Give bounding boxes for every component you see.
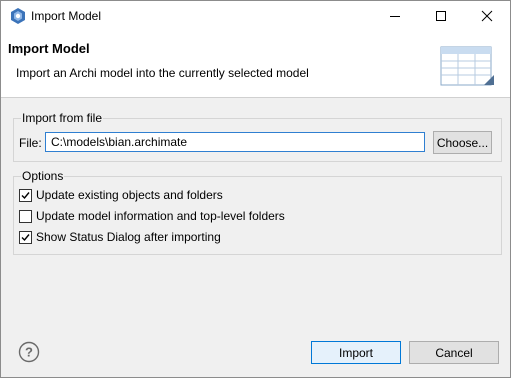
maximize-icon [436, 11, 446, 21]
import-button[interactable]: Import [311, 341, 401, 364]
header-banner: Import Model Import an Archi model into … [1, 31, 510, 98]
checkmark-icon [21, 233, 30, 241]
close-button[interactable] [464, 1, 510, 31]
close-icon [481, 10, 493, 22]
option-update-existing[interactable]: Update existing objects and folders [19, 188, 223, 202]
option-label: Show Status Dialog after importing [36, 230, 221, 244]
banner-description: Import an Archi model into the currently… [16, 66, 309, 80]
minimize-icon [390, 16, 400, 17]
help-icon[interactable]: ? [18, 341, 40, 363]
option-update-model-info[interactable]: Update model information and top-level f… [19, 209, 285, 223]
option-label: Update model information and top-level f… [36, 209, 285, 223]
checkbox-update-existing[interactable] [19, 188, 32, 202]
archi-app-icon [11, 8, 25, 24]
checkbox-show-status-dialog[interactable] [19, 230, 32, 244]
option-label: Update existing objects and folders [36, 188, 223, 202]
import-model-dialog: Import Model Import Model Import an Arch… [0, 0, 511, 378]
file-path-input[interactable] [45, 132, 425, 152]
banner-title: Import Model [8, 41, 90, 56]
svg-text:?: ? [25, 345, 33, 360]
checkbox-update-model-info[interactable] [19, 209, 32, 223]
maximize-button[interactable] [418, 1, 464, 31]
import-group-title: Import from file [21, 111, 104, 125]
checkmark-icon [21, 191, 30, 199]
cancel-button[interactable]: Cancel [409, 341, 499, 364]
file-label: File: [19, 136, 42, 150]
choose-button[interactable]: Choose... [433, 131, 492, 154]
title-bar: Import Model [1, 1, 510, 31]
window-title: Import Model [31, 9, 102, 23]
minimize-button[interactable] [372, 1, 418, 31]
table-image-icon [440, 46, 494, 86]
options-group-title: Options [21, 169, 65, 183]
option-show-status-dialog[interactable]: Show Status Dialog after importing [19, 230, 221, 244]
